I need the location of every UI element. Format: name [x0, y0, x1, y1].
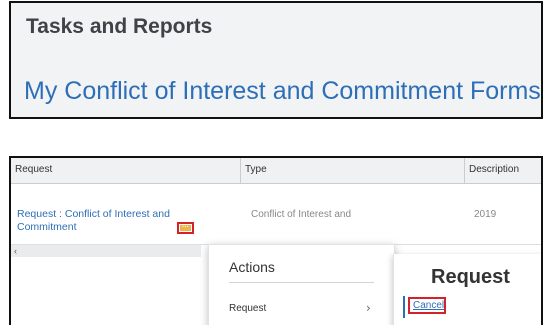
tasks-reports-panel: Tasks and Reports My Conflict of Interes…	[9, 1, 543, 119]
request-submenu: Request Cancel	[393, 254, 541, 325]
column-header-request[interactable]: Request	[11, 158, 241, 184]
scroll-left-icon[interactable]: ‹	[14, 245, 17, 257]
more-dots-icon: ···	[180, 224, 191, 231]
description-cell: 2019	[474, 209, 497, 220]
panel-title: Tasks and Reports	[26, 15, 213, 38]
requests-table-panel: Request Type Description Request : Confl…	[9, 156, 543, 325]
horizontal-scrollbar[interactable]: ‹	[11, 244, 201, 257]
type-cell: Conflict of Interest and	[251, 209, 352, 220]
menu-item-request[interactable]: Request ›	[229, 301, 389, 319]
related-actions-button[interactable]: ···	[177, 222, 194, 234]
actions-menu: Actions Request ›	[208, 244, 395, 325]
divider	[229, 282, 374, 283]
actions-title: Actions	[229, 259, 275, 275]
submenu-title: Request	[431, 266, 510, 288]
column-header-type[interactable]: Type	[241, 158, 465, 184]
menu-item-label: Request	[229, 303, 267, 314]
chevron-right-icon: ›	[366, 301, 371, 315]
conflict-forms-link[interactable]: My Conflict of Interest and Commitment F…	[24, 77, 541, 106]
request-link[interactable]: Request : Conflict of Interest and Commi…	[17, 208, 202, 234]
column-header-description[interactable]: Description	[465, 158, 541, 184]
cancel-link[interactable]: Cancel	[408, 297, 446, 314]
selection-accent	[403, 296, 405, 318]
